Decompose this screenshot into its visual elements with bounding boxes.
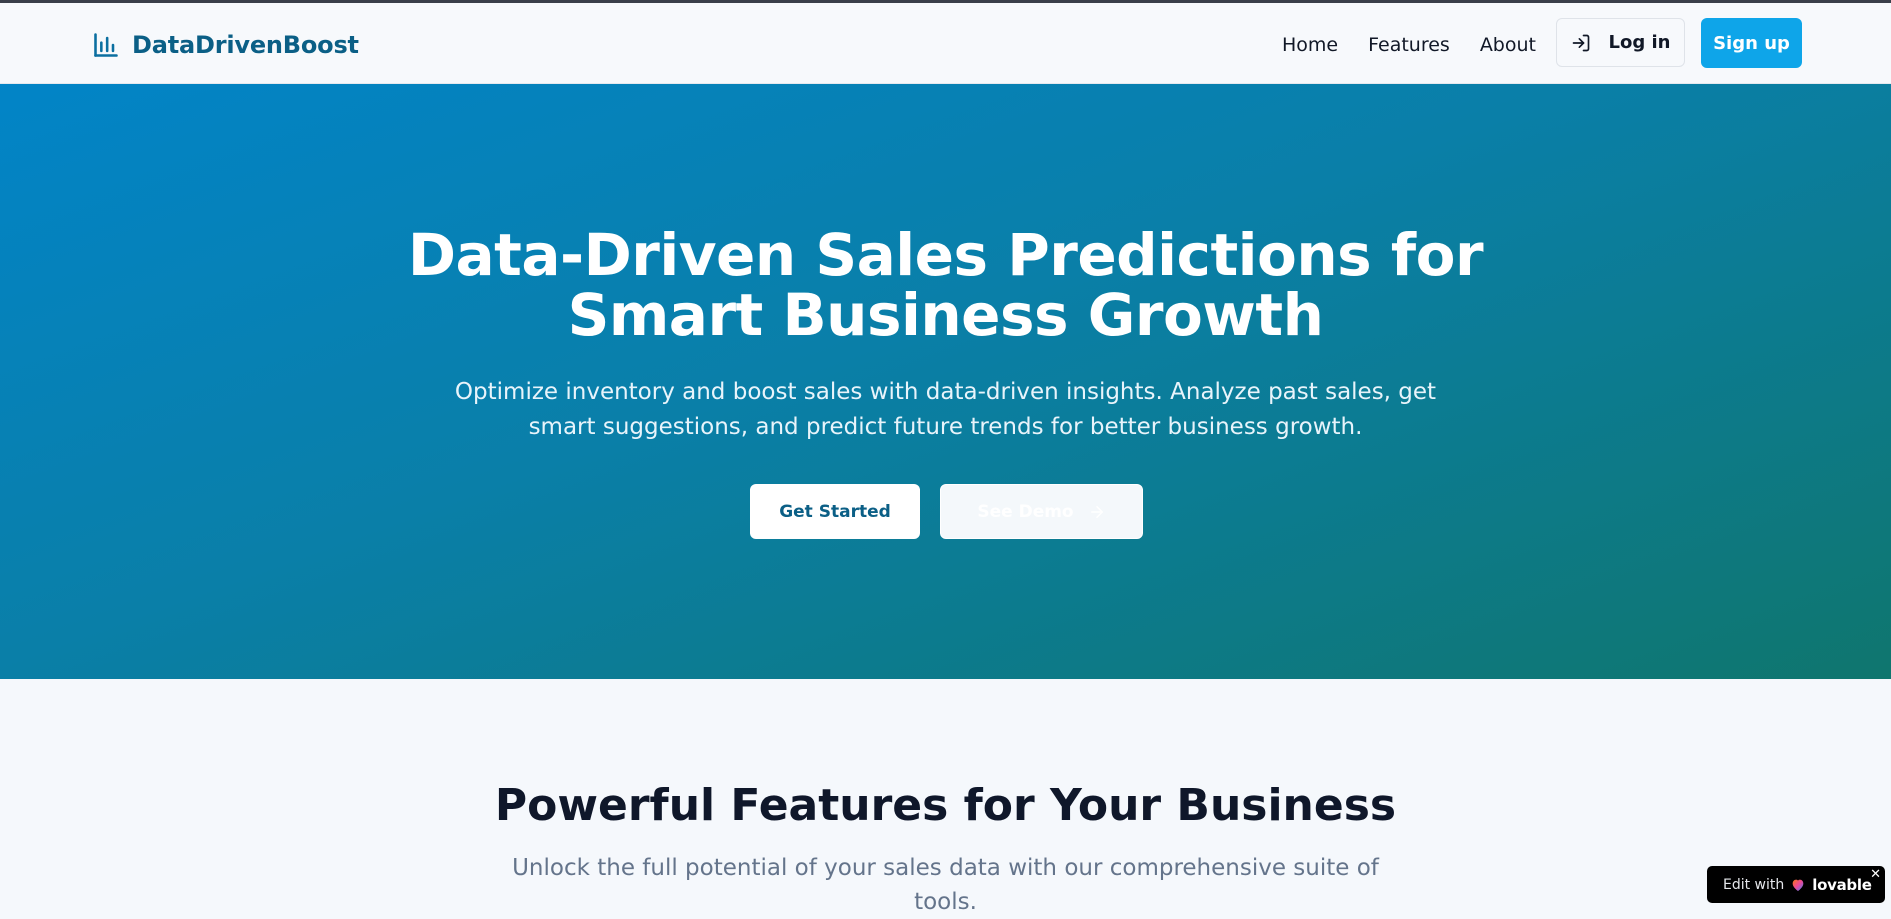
edit-with-lovable-badge[interactable]: Edit with lovable ✕ — [1707, 866, 1885, 903]
navbar: DataDrivenBoost Home Features About Log … — [0, 3, 1891, 84]
badge-edit-text: Edit with — [1723, 876, 1785, 893]
see-demo-button[interactable]: See Demo — [940, 484, 1143, 539]
nav-links: Home Features About — [1282, 30, 1536, 60]
brand-name: DataDrivenBoost — [132, 31, 359, 59]
hero-title-line: Smart Business Growth — [567, 281, 1324, 349]
badge-brand: lovable — [1812, 875, 1872, 894]
hero-title: Data-Driven Sales Predictions for Smart … — [0, 225, 1891, 345]
signup-button[interactable]: Sign up — [1701, 18, 1802, 68]
nav-link-home[interactable]: Home — [1282, 30, 1338, 60]
hero-subtitle-line: smart suggestions, and predict future tr… — [528, 414, 1363, 440]
brand-logo[interactable]: DataDrivenBoost — [92, 27, 359, 63]
login-button[interactable]: Log in — [1556, 18, 1685, 67]
signup-label: Sign up — [1713, 32, 1790, 54]
see-demo-label: See Demo — [977, 501, 1074, 522]
login-label: Log in — [1608, 32, 1671, 53]
nav-link-features[interactable]: Features — [1368, 30, 1450, 60]
log-in-icon — [1572, 34, 1589, 51]
hero-section: Data-Driven Sales Predictions for Smart … — [0, 84, 1891, 679]
hero-title-line: Data-Driven Sales Predictions for — [407, 221, 1484, 289]
heart-icon — [1792, 879, 1804, 891]
bar-chart-icon — [94, 33, 118, 57]
hero-subtitle: Optimize inventory and boost sales with … — [0, 375, 1891, 445]
hero-subtitle-line: Optimize inventory and boost sales with … — [454, 379, 1437, 405]
get-started-label: Get Started — [779, 501, 891, 522]
nav-link-about[interactable]: About — [1480, 30, 1536, 60]
features-title: Powerful Features for Your Business — [494, 780, 1397, 831]
features-subtitle-line: tools. — [914, 889, 977, 915]
features-subtitle: Unlock the full potential of your sales … — [0, 851, 1891, 919]
arrow-right-icon — [1090, 505, 1103, 518]
get-started-button[interactable]: Get Started — [750, 484, 920, 539]
close-icon[interactable]: ✕ — [1870, 868, 1881, 881]
features-subtitle-line: Unlock the full potential of your sales … — [512, 855, 1379, 881]
